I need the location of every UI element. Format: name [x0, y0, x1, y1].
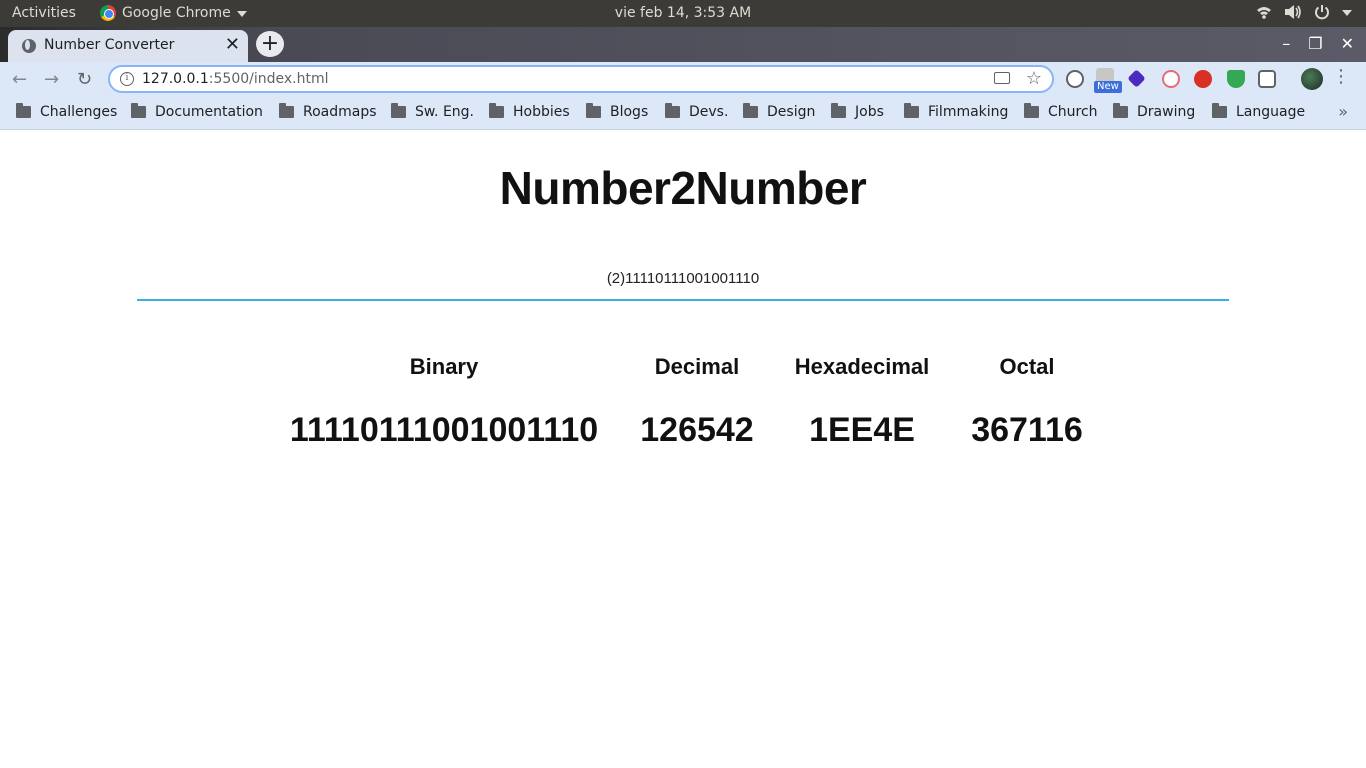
bookmark-jobs[interactable]: Jobs [831, 103, 884, 120]
close-window-icon[interactable]: ✕ [1341, 34, 1354, 53]
globe-icon [22, 39, 36, 53]
back-arrow-icon[interactable]: ← [12, 69, 27, 90]
hexadecimal-value: 1EE4E [809, 411, 915, 449]
system-top-bar: Activities Google Chrome vie feb 14, 3:5… [0, 0, 1366, 27]
bookmark-label: Language [1236, 104, 1306, 120]
bookmark-label: Sw. Eng. [415, 104, 475, 120]
shield-icon[interactable] [1227, 70, 1245, 88]
bookmark-label: Devs. [689, 104, 729, 120]
bookmark-label: Documentation [155, 104, 263, 120]
address-bar[interactable]: i 127.0.0.1:5500/index.html ☆ [108, 65, 1054, 93]
bookmark-church[interactable]: Church [1024, 103, 1098, 120]
bookmark-label: Filmmaking [928, 104, 1009, 120]
octal-label: Octal [999, 354, 1055, 379]
bookmark-language[interactable]: Language [1212, 103, 1306, 120]
chrome-icon [100, 5, 116, 21]
octal-value: 367116 [971, 411, 1083, 449]
bookmark-label: Design [767, 104, 816, 120]
folder-icon [489, 103, 504, 118]
decimal-label: Decimal [654, 354, 740, 379]
tab-number-converter[interactable]: Number Converter ✕ [8, 30, 248, 62]
folder-icon [1212, 103, 1227, 118]
bookmark-label: Challenges [40, 104, 118, 120]
close-tab-icon[interactable]: ✕ [225, 35, 240, 55]
system-tray[interactable] [1256, 4, 1352, 20]
new-tab-button[interactable]: + [256, 31, 284, 57]
binary-label: Binary [409, 354, 479, 379]
binary-value: 11110111001001110 [289, 411, 599, 449]
adblock-icon[interactable] [1194, 70, 1212, 88]
volume-icon [1285, 5, 1301, 19]
tab-strip: Number Converter ✕ + – ❐ ✕ [0, 27, 1366, 62]
chevron-down-icon [1342, 10, 1352, 16]
activities-button[interactable]: Activities [12, 5, 76, 21]
site-info-icon[interactable]: i [120, 72, 134, 86]
url-text[interactable]: 127.0.0.1:5500/index.html [142, 71, 329, 87]
bookmarks-bar: Challenges Documentation Roadmaps Sw. En… [0, 96, 1366, 130]
bookmark-documentation[interactable]: Documentation [131, 103, 263, 120]
folder-icon [743, 103, 758, 118]
restore-icon[interactable]: ❐ [1308, 34, 1322, 53]
bookmark-blogs[interactable]: Blogs [586, 103, 649, 120]
bookmark-roadmaps[interactable]: Roadmaps [279, 103, 377, 120]
more-menu-icon[interactable]: ⋮ [1332, 68, 1350, 86]
bookmark-label: Blogs [610, 104, 649, 120]
new-badge: New [1094, 81, 1122, 93]
cast-icon[interactable] [994, 72, 1010, 84]
folder-icon [665, 103, 680, 118]
bookmark-sw-eng[interactable]: Sw. Eng. [391, 103, 475, 120]
bookmark-hobbies[interactable]: Hobbies [489, 103, 570, 120]
chevron-down-icon [236, 11, 247, 17]
extension-circle-icon[interactable] [1162, 70, 1180, 88]
app-menu-label: Google Chrome [122, 5, 231, 21]
folder-icon [904, 103, 919, 118]
folder-icon [391, 103, 406, 118]
bookmark-label: Church [1048, 104, 1098, 120]
profile-avatar[interactable] [1301, 68, 1323, 90]
bookmark-label: Hobbies [513, 104, 570, 120]
wifi-icon [1257, 7, 1271, 19]
url-host: 127.0.0.1 [142, 71, 209, 87]
folder-icon [1024, 103, 1039, 118]
number-input[interactable] [137, 263, 1229, 301]
minimize-icon[interactable]: – [1282, 34, 1290, 53]
power-icon [1315, 5, 1329, 20]
bookmark-label: Roadmaps [303, 104, 377, 120]
bookmark-devs[interactable]: Devs. [665, 103, 729, 120]
bookmark-challenges[interactable]: Challenges [16, 103, 118, 120]
bookmark-filmmaking[interactable]: Filmmaking [904, 103, 1009, 120]
folder-icon [1113, 103, 1128, 118]
browser-toolbar: ← → ↻ i 127.0.0.1:5500/index.html ☆ New … [0, 62, 1366, 96]
window-controls: – ❐ ✕ [1282, 34, 1354, 53]
bookmarks-overflow-icon[interactable]: » [1338, 102, 1348, 121]
url-path: :5500/index.html [208, 71, 329, 87]
extension-devtools-icon[interactable] [1066, 70, 1084, 88]
bookmark-design[interactable]: Design [743, 103, 816, 120]
page-content: Number2Number Binary Decimal Hexadecimal… [0, 131, 1366, 768]
folder-icon [586, 103, 601, 118]
folder-icon [16, 103, 31, 118]
app-menu[interactable]: Google Chrome [100, 5, 247, 21]
bookmark-drawing[interactable]: Drawing [1113, 103, 1196, 120]
folder-icon [131, 103, 146, 118]
decimal-value: 126542 [640, 411, 754, 449]
hexadecimal-label: Hexadecimal [794, 354, 930, 379]
forward-arrow-icon[interactable]: → [44, 69, 59, 90]
folder-icon [831, 103, 846, 118]
bookmark-star-icon[interactable]: ☆ [1026, 68, 1042, 89]
page-title: Number2Number [499, 162, 867, 214]
extension-stack-icon[interactable] [1127, 69, 1146, 88]
tab-title: Number Converter [44, 37, 175, 53]
pocket-icon[interactable] [1258, 70, 1276, 88]
reload-icon[interactable]: ↻ [77, 69, 92, 90]
bookmark-label: Jobs [855, 104, 884, 120]
bookmark-label: Drawing [1137, 104, 1196, 120]
folder-icon [279, 103, 294, 118]
